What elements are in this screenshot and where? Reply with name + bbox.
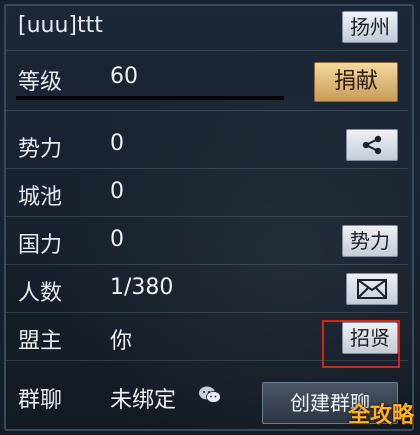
members-value: 1/380: [110, 275, 174, 300]
recruit-highlight: [322, 320, 400, 368]
donate-button[interactable]: 捐献: [314, 62, 398, 102]
level-row: 等级 60 捐献: [6, 52, 408, 111]
power-value: 0: [110, 227, 124, 252]
cities-label: 城池: [18, 185, 63, 210]
groupchat-value: 未绑定: [110, 388, 177, 413]
faction-row: 势力 0: [6, 122, 408, 169]
share-icon: [362, 135, 382, 155]
mail-button[interactable]: [346, 273, 398, 305]
cities-row: 城池 0: [6, 170, 408, 217]
leader-label: 盟主: [18, 329, 63, 354]
city-button[interactable]: 扬州: [342, 11, 398, 43]
wechat-icon: [199, 386, 221, 403]
header-row: [uuu]ttt 扬州: [6, 4, 408, 51]
level-underline: [16, 96, 284, 100]
faction-button[interactable]: 势力: [342, 225, 398, 257]
members-label: 人数: [18, 281, 63, 306]
power-label: 国力: [18, 233, 63, 258]
faction-value: 0: [110, 131, 124, 156]
alliance-name: [uuu]ttt: [18, 13, 103, 38]
faction-label: 势力: [18, 137, 63, 162]
mail-icon: [357, 279, 387, 299]
members-row: 人数 1/380: [6, 266, 408, 313]
share-button[interactable]: [346, 129, 398, 161]
level-label: 等级: [18, 70, 63, 95]
groupchat-label: 群聊: [18, 388, 63, 413]
leader-value: 你: [110, 329, 133, 354]
level-value: 60: [110, 64, 138, 89]
watermark: 全攻略: [347, 403, 414, 428]
cities-value: 0: [110, 179, 124, 204]
power-row: 国力 0 势力: [6, 218, 408, 265]
